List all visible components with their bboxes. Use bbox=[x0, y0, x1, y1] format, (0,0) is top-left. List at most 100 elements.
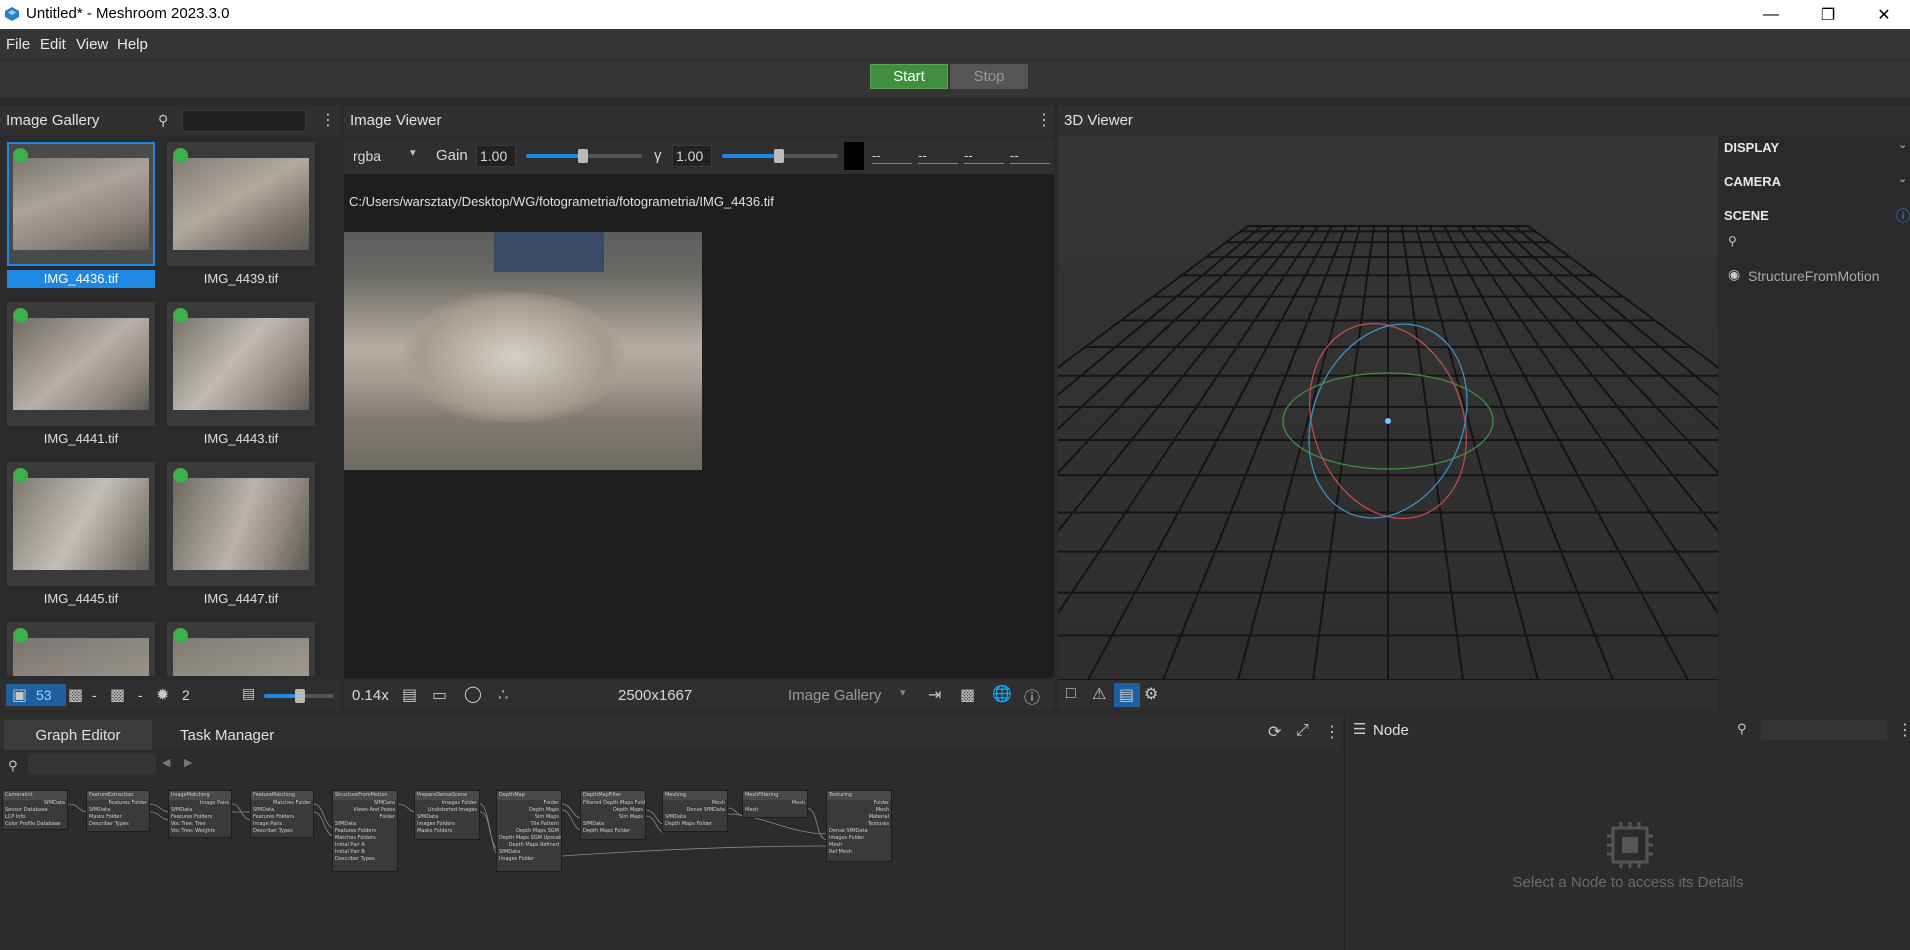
graph-node-depthmapfilter[interactable]: DepthMapFilter Filtered Depth Maps Folde… bbox=[580, 790, 646, 840]
sphere-icon[interactable]: ◯ bbox=[464, 684, 482, 704]
search-icon: ⚲ bbox=[1728, 234, 1737, 248]
frame-icon[interactable]: ▭ bbox=[432, 685, 447, 705]
graph-node-imagematching[interactable]: ImageMatching Image Pairs SfMData Featur… bbox=[168, 790, 232, 838]
more-options-icon[interactable]: ⋮ bbox=[1324, 722, 1340, 742]
histogram-icon[interactable]: ▩ bbox=[960, 685, 975, 705]
minimize-icon[interactable]: — bbox=[1743, 0, 1799, 29]
graph-node-meshing[interactable]: Meshing Mesh Dense SfMData SfMData Depth… bbox=[662, 790, 728, 832]
info-icon[interactable]: ⓘ bbox=[1024, 684, 1040, 708]
pixel-value-a: -- bbox=[1010, 148, 1050, 164]
features-icon[interactable]: ∴ bbox=[498, 685, 508, 705]
export-icon[interactable]: ⇥ bbox=[928, 685, 941, 705]
chevron-down-icon[interactable]: ⌄ bbox=[1898, 138, 1907, 151]
info-icon[interactable]: ⓘ bbox=[1896, 206, 1910, 226]
more-options-icon[interactable]: ⋮ bbox=[1036, 110, 1052, 130]
gamma-input[interactable]: 1.00 bbox=[672, 145, 712, 167]
scene-panel: DISPLAY ⌄ CAMERA ⌄ SCENE ⓘ ⚲ ◉ Structure… bbox=[1718, 136, 1910, 710]
menu-edit[interactable]: Edit bbox=[40, 36, 66, 53]
gamma-slider[interactable] bbox=[722, 149, 838, 163]
graph-node-texturing[interactable]: Texturing Folder Mesh Material Textures … bbox=[826, 790, 892, 862]
image-path: C:/Users/warsztaty/Desktop/WG/fotogramet… bbox=[349, 194, 774, 209]
graph-node-featureextraction[interactable]: FeatureExtraction Features Folder SfMDat… bbox=[86, 790, 150, 832]
refresh-icon[interactable]: ⟳ bbox=[1268, 722, 1281, 742]
gallery-thumbnail[interactable]: IMG_4436.tif bbox=[7, 142, 155, 288]
meshroom-logo-icon bbox=[5, 7, 19, 21]
thumbnail-label: IMG_4447.tif bbox=[203, 591, 279, 606]
graph-node-featurematching[interactable]: FeatureMatching Matches Folder SfMData F… bbox=[250, 790, 314, 838]
camera-section-header[interactable]: CAMERA bbox=[1724, 174, 1781, 189]
more-options-icon[interactable]: ⋮ bbox=[320, 110, 336, 130]
graph-node-depthmap[interactable]: DepthMap Folder Depth Maps Sim Maps Tile… bbox=[496, 790, 562, 872]
gain-input[interactable]: 1.00 bbox=[476, 145, 516, 167]
menu-help[interactable]: Help bbox=[117, 36, 148, 53]
restore-icon[interactable]: ❐ bbox=[1800, 0, 1856, 29]
reconstructed-badge-icon bbox=[173, 148, 188, 163]
aperture-icon[interactable]: ✹ bbox=[156, 685, 169, 705]
eye-icon[interactable]: ◉ bbox=[1728, 266, 1740, 283]
node-search-input[interactable] bbox=[1761, 720, 1887, 740]
gizmo-icon[interactable]: ⚙ bbox=[1144, 684, 1158, 704]
gamma-label: γ bbox=[654, 147, 662, 164]
viewer-source-select[interactable]: Image Gallery bbox=[788, 687, 881, 704]
node-empty-text: Select a Node to access its Details bbox=[1512, 874, 1744, 891]
channel-select[interactable]: rgba bbox=[353, 148, 381, 164]
chevron-down-icon[interactable]: ▾ bbox=[410, 146, 416, 159]
tab-graph-editor[interactable]: Graph Editor bbox=[4, 720, 152, 750]
display-section-header[interactable]: DISPLAY bbox=[1724, 140, 1779, 155]
graph-node-meshfiltering[interactable]: MeshFiltering Mesh Mesh bbox=[742, 790, 808, 818]
graph-edges bbox=[67, 803, 829, 857]
gallery-thumbnail[interactable]: IMG_4443.tif bbox=[167, 302, 315, 448]
color-preview-swatch bbox=[844, 142, 864, 170]
gallery-thumbnail[interactable] bbox=[7, 622, 155, 676]
thumbnail-size-icon: ▤ bbox=[242, 685, 256, 701]
globe-icon[interactable]: 🌐 bbox=[992, 684, 1012, 704]
gallery-thumbnail[interactable]: IMG_4441.tif bbox=[7, 302, 155, 448]
stop-button[interactable]: Stop bbox=[950, 64, 1028, 89]
gain-slider[interactable] bbox=[526, 149, 642, 163]
more-options-icon[interactable]: ⋮ bbox=[1897, 720, 1910, 740]
start-button[interactable]: Start bbox=[870, 64, 948, 89]
gallery-title: Image Gallery bbox=[6, 112, 100, 129]
pixel-value-g: -- bbox=[918, 148, 958, 164]
chevron-down-icon[interactable]: ▾ bbox=[900, 686, 906, 699]
gallery-thumbnail[interactable]: IMG_4447.tif bbox=[167, 462, 315, 608]
no-cameras-count: - bbox=[138, 687, 143, 703]
graph-node-camerainit[interactable]: CameraInit SfMData Sensor Database LCP I… bbox=[2, 790, 68, 830]
gallery-thumbnail[interactable]: IMG_4445.tif bbox=[7, 462, 155, 608]
reconstructed-badge-icon bbox=[13, 468, 28, 483]
image-viewer-title: Image Viewer bbox=[350, 112, 442, 129]
close-icon[interactable]: ✕ bbox=[1856, 0, 1910, 29]
scene-item-structurefrommotion[interactable]: StructureFromMotion bbox=[1748, 268, 1879, 284]
hatch-toggle-icon[interactable]: ▤ bbox=[402, 685, 417, 705]
thumbnail-label: IMG_4443.tif bbox=[203, 431, 279, 446]
chevron-down-icon[interactable]: ⌄ bbox=[1898, 172, 1907, 185]
viewer3d-canvas[interactable] bbox=[637, 136, 1910, 681]
sliders-icon: ☰ bbox=[1353, 721, 1367, 738]
camera-icon[interactable]: ▩ bbox=[68, 685, 83, 705]
window-title: Untitled* - Meshroom 2023.3.0 bbox=[26, 5, 230, 22]
image-gallery: IMG_4436.tif IMG_4439.tif IMG_4441.tif I… bbox=[0, 136, 340, 676]
menu-view[interactable]: View bbox=[76, 36, 108, 53]
graph-node-preparedensescene[interactable]: PrepareDenseScene Images Folder Undistor… bbox=[414, 790, 480, 840]
gallery-thumbnail[interactable] bbox=[167, 622, 315, 676]
bounding-box-icon[interactable]: □ bbox=[1066, 685, 1076, 703]
thumbnail-size-slider[interactable] bbox=[264, 689, 334, 703]
image-viewer-canvas[interactable]: C:/Users/warsztaty/Desktop/WG/fotogramet… bbox=[344, 174, 1054, 678]
tab-task-manager[interactable]: Task Manager bbox=[166, 720, 288, 750]
gallery-search-input[interactable] bbox=[182, 110, 306, 132]
scene-search-input[interactable] bbox=[1746, 232, 1906, 252]
camera-off-icon[interactable]: ▩ bbox=[110, 685, 125, 705]
graph-editor-canvas[interactable]: ⚲ ◀ ▶ CameraInit SfMData Sensor Database… bbox=[0, 750, 1342, 950]
menu-file[interactable]: File bbox=[6, 36, 30, 53]
gallery-thumbnail[interactable]: IMG_4439.tif bbox=[167, 142, 315, 288]
node-panel: ☰ Node ⚲ ⋮ Select a Node to access its D… bbox=[1344, 716, 1910, 950]
cameras-count: - bbox=[92, 687, 97, 703]
graph-node-structurefrommotion[interactable]: StructureFromMotion SfMData Views And Po… bbox=[332, 790, 398, 872]
reconstructed-badge-icon bbox=[13, 628, 28, 643]
gizmo-center bbox=[1385, 418, 1391, 424]
gallery-header: Image Gallery ⚲ ⋮ bbox=[0, 106, 340, 136]
warning-icon[interactable]: ⚠ bbox=[1092, 684, 1106, 704]
fit-view-icon[interactable]: ⤢ bbox=[1296, 722, 1309, 740]
gallery-footer: ▣ 53 ▩ - ▩ - ✹ 2 ▤ bbox=[0, 680, 340, 710]
reconstructed-badge-icon bbox=[13, 308, 28, 323]
